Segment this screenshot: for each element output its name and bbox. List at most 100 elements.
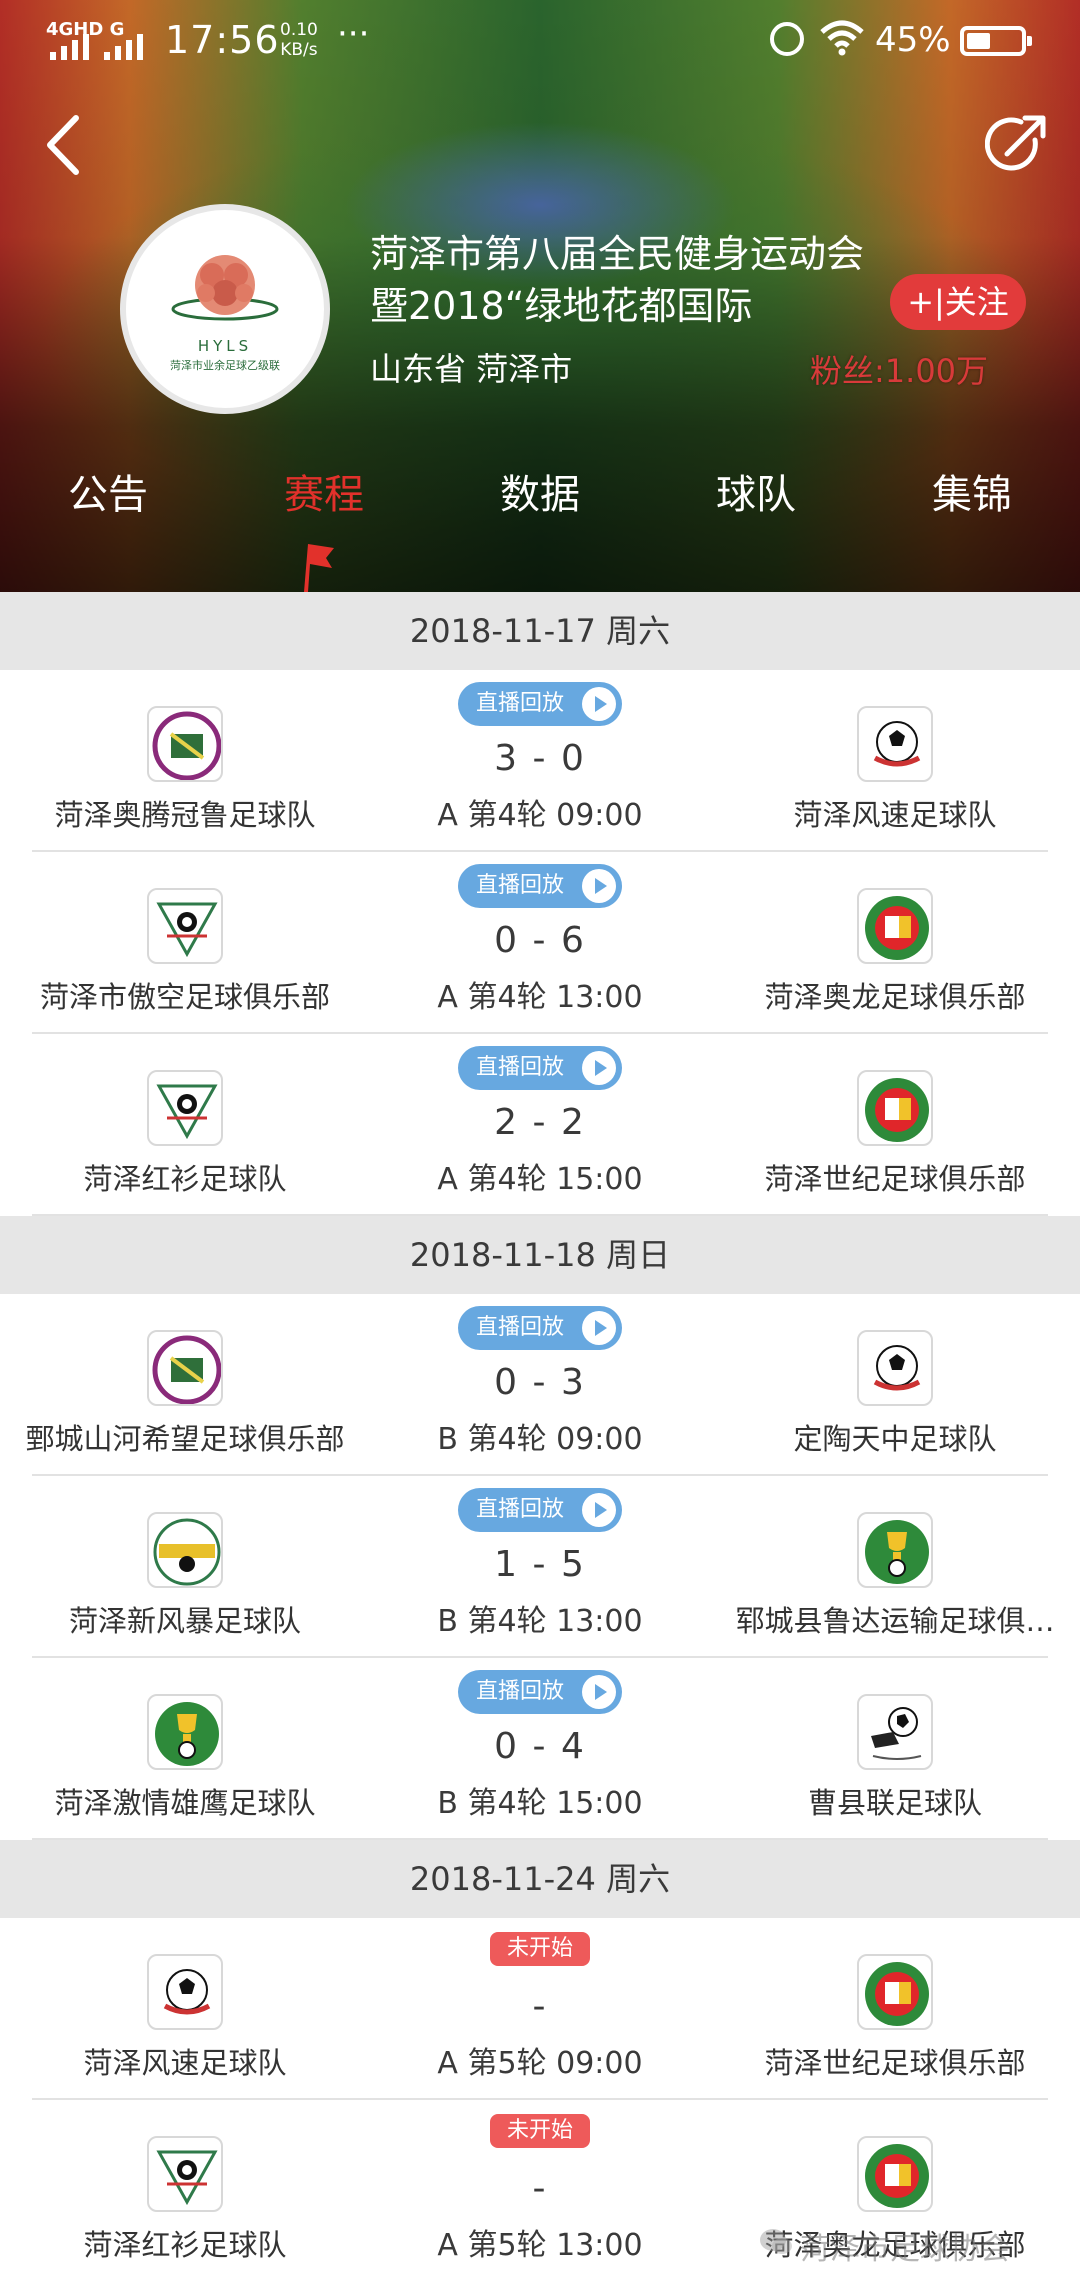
home-team-name: 菏泽市傲空足球俱乐部 [39, 980, 330, 1014]
match-row[interactable]: 直播回放 菏泽红衫足球队 2 - 2 A 第4轮 15:00 菏泽世纪足球俱乐部 [0, 1034, 1080, 1216]
league-title: 菏泽市第八届全民健身运动会暨2018“绿地花都国际 [370, 232, 865, 328]
battery-icon [960, 26, 1032, 56]
replay-badge[interactable]: 直播回放 [458, 682, 622, 726]
match-row[interactable]: 未开始 菏泽风速足球队 - A 第5轮 09:00 菏泽世纪足球俱乐部 [0, 1918, 1080, 2100]
battery-percent: 45% [875, 20, 951, 60]
status-bar: 4GHD G 17:56 0.10 KB/s ··· 45% [0, 0, 1080, 84]
match-row[interactable]: 直播回放 菏泽市傲空足球俱乐部 0 - 6 A 第4轮 13:00 菏泽奥龙足球… [0, 852, 1080, 1034]
match-score: 1 - 5 [494, 1544, 586, 1585]
replay-badge[interactable]: 直播回放 [458, 1488, 622, 1532]
match-round-time: A 第4轮 15:00 [437, 1162, 643, 1197]
more-notifications-icon: ··· [337, 14, 370, 54]
replay-badge[interactable]: 直播回放 [458, 1046, 622, 1090]
away-team[interactable]: 定陶天中足球队 [710, 1330, 1080, 1458]
away-team-name: 曹县联足球队 [807, 1786, 982, 1820]
team-logo [147, 1954, 223, 2030]
match-round-time: A 第4轮 13:00 [437, 980, 643, 1015]
home-team[interactable]: 菏泽市傲空足球俱乐部 [0, 888, 370, 1016]
row-divider [32, 1838, 1048, 1840]
league-logo-abbr: HYLS [197, 337, 253, 355]
team-logo [857, 1070, 933, 1146]
home-team-name: 鄄城山河希望足球俱乐部 [25, 1422, 345, 1456]
league-logo-subtitle: 菏泽市业余足球乙级联 [170, 359, 280, 372]
match-row[interactable]: 直播回放 菏泽新风暴足球队 1 - 5 B 第4轮 13:00 郓城县鲁达运输足… [0, 1476, 1080, 1658]
tab-bar: 公告 赛程 数据 球队 集锦 [0, 462, 1080, 522]
home-team-name: 菏泽新风暴足球队 [68, 1604, 301, 1638]
team-logo [857, 888, 933, 964]
watermark: 菏泽市足球协会 [800, 2232, 1010, 2267]
not-started-badge: 未开始 [490, 1932, 590, 1966]
play-icon [582, 1051, 616, 1085]
tab-highlights[interactable]: 集锦 [872, 462, 1072, 520]
match-score: 3 - 0 [494, 738, 586, 779]
home-team[interactable]: 菏泽风速足球队 [0, 1954, 370, 2082]
replay-badge-label: 直播回放 [476, 1315, 565, 1340]
away-team-name: 菏泽风速足球队 [793, 798, 997, 832]
home-team[interactable]: 菏泽激情雄鹰足球队 [0, 1694, 370, 1822]
match-round-time: B 第4轮 13:00 [437, 1604, 643, 1639]
match-round-time: A 第4轮 09:00 [437, 798, 643, 833]
replay-badge-label: 直播回放 [476, 691, 565, 716]
tab-teams[interactable]: 球队 [656, 462, 856, 520]
home-team[interactable]: 菏泽新风暴足球队 [0, 1512, 370, 1640]
team-logo [147, 2136, 223, 2212]
home-team-name: 菏泽激情雄鹰足球队 [54, 1786, 316, 1820]
team-logo [147, 1070, 223, 1146]
share-icon[interactable] [985, 110, 1051, 176]
away-team-name: 菏泽世纪足球俱乐部 [764, 1162, 1026, 1196]
match-score: 0 - 6 [494, 920, 586, 961]
match-row[interactable]: 直播回放 菏泽奥腾冠鲁足球队 3 - 0 A 第4轮 09:00 菏泽风速足球队 [0, 670, 1080, 852]
team-logo [857, 1512, 933, 1588]
home-team[interactable]: 菏泽奥腾冠鲁足球队 [0, 706, 370, 834]
team-logo [857, 1954, 933, 2030]
away-team-name: 菏泽世纪足球俱乐部 [764, 2046, 1026, 2080]
tab-schedule[interactable]: 赛程 [224, 462, 424, 520]
clock: 17:56 [165, 18, 280, 62]
play-icon [582, 1311, 616, 1345]
home-team-name: 菏泽风速足球队 [83, 2046, 287, 2080]
replay-badge[interactable]: 直播回放 [458, 1670, 622, 1714]
team-logo [147, 1512, 223, 1588]
wechat-watermark-icon [760, 2229, 792, 2254]
flower-emblem-icon [171, 255, 279, 321]
replay-badge-label: 直播回放 [476, 1679, 565, 1704]
follow-button[interactable]: +|关注 [890, 274, 1026, 330]
away-team-name: 菏泽奥龙足球俱乐部 [764, 980, 1026, 1014]
schedule-list: 2018-11-17 周六 直播回放 菏泽奥腾冠鲁足球队 3 - 0 A 第4轮… [0, 592, 1080, 2280]
match-row[interactable]: 直播回放 菏泽激情雄鹰足球队 0 - 4 B 第4轮 15:00 曹县联足球队 [0, 1658, 1080, 1840]
team-logo [857, 706, 933, 782]
replay-badge-label: 直播回放 [476, 1497, 565, 1522]
match-row[interactable]: 直播回放 鄄城山河希望足球俱乐部 0 - 3 B 第4轮 09:00 定陶天中足… [0, 1294, 1080, 1476]
away-team[interactable]: 菏泽风速足球队 [710, 706, 1080, 834]
tab-announcement[interactable]: 公告 [8, 462, 208, 520]
network-speed-unit: KB/s [280, 40, 318, 60]
not-started-badge: 未开始 [490, 2114, 590, 2148]
match-round-time: B 第4轮 15:00 [437, 1786, 643, 1821]
replay-badge[interactable]: 直播回放 [458, 864, 622, 908]
network-speed: 0.10 KB/s [280, 20, 318, 60]
home-team[interactable]: 菏泽红衫足球队 [0, 2136, 370, 2264]
alarm-icon [770, 22, 804, 56]
away-team[interactable]: 菏泽世纪足球俱乐部 [710, 1070, 1080, 1198]
away-team[interactable]: 菏泽奥龙足球俱乐部 [710, 888, 1080, 1016]
match-score: 0 - 4 [494, 1726, 586, 1767]
match-round-time: B 第4轮 09:00 [437, 1422, 643, 1457]
replay-badge-label: 直播回放 [476, 1055, 565, 1080]
tab-data[interactable]: 数据 [440, 462, 640, 520]
chevron-left-icon[interactable] [36, 110, 96, 180]
away-team[interactable]: 菏泽世纪足球俱乐部 [710, 1954, 1080, 2082]
match-round-time: A 第5轮 13:00 [437, 2228, 643, 2263]
home-team[interactable]: 菏泽红衫足球队 [0, 1070, 370, 1198]
date-header: 2018-11-18 周日 [0, 1216, 1080, 1294]
play-icon [582, 869, 616, 903]
fans-count: 粉丝:1.00万 [810, 352, 989, 390]
signal-icon [50, 34, 143, 60]
team-logo [147, 1330, 223, 1406]
replay-badge[interactable]: 直播回放 [458, 1306, 622, 1350]
away-team[interactable]: 郓城县鲁达运输足球俱… [710, 1512, 1080, 1640]
date-header: 2018-11-17 周六 [0, 592, 1080, 670]
match-score: 2 - 2 [494, 1102, 586, 1143]
active-tab-flag-icon [304, 544, 334, 592]
home-team[interactable]: 鄄城山河希望足球俱乐部 [0, 1330, 370, 1458]
away-team[interactable]: 曹县联足球队 [710, 1694, 1080, 1822]
